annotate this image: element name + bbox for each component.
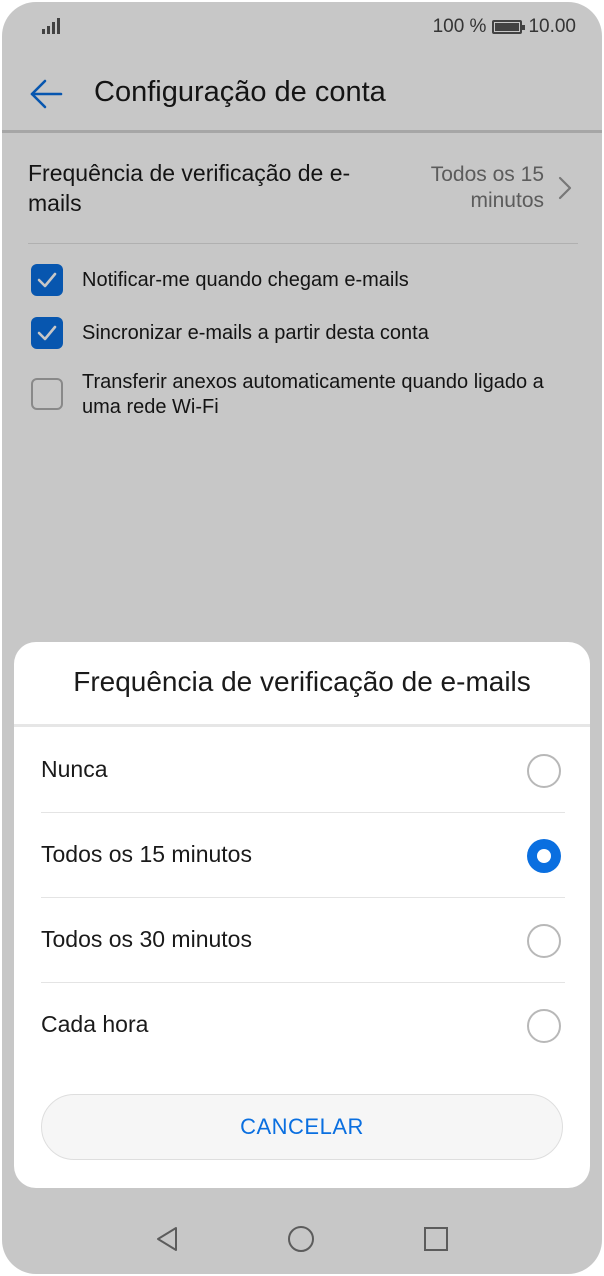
cancel-button[interactable]: CANCELAR <box>41 1094 563 1160</box>
dialog-title: Frequência de verificação de e-mails <box>73 666 531 697</box>
option-every-15-minutes[interactable]: Todos os 15 minutos <box>14 813 590 898</box>
option-label: Nunca <box>41 756 108 782</box>
radio-button[interactable] <box>527 924 561 958</box>
option-label: Todos os 15 minutos <box>41 841 252 867</box>
frequency-dialog: Frequência de verificação de e-mails Nun… <box>14 642 590 1188</box>
radio-button[interactable] <box>527 1009 561 1043</box>
radio-button[interactable] <box>527 754 561 788</box>
phone-screen: 100 % 10.00 Configuração de conta Frequê… <box>2 2 602 1274</box>
dialog-title-divider <box>14 724 590 727</box>
option-label: Todos os 30 minutos <box>41 926 252 952</box>
radio-button-selected[interactable] <box>527 839 561 873</box>
option-every-30-minutes[interactable]: Todos os 30 minutos <box>14 898 590 983</box>
option-never[interactable]: Nunca <box>14 728 590 813</box>
option-every-hour[interactable]: Cada hora <box>14 983 590 1068</box>
option-label: Cada hora <box>41 1011 149 1037</box>
